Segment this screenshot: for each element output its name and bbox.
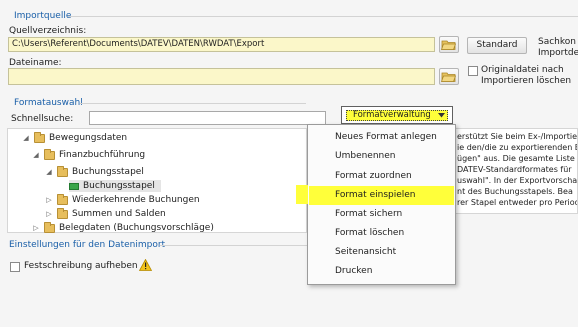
side-text-1: Sachkon	[538, 37, 576, 47]
filename-label: Dateiname:	[9, 58, 62, 68]
folder-icon	[44, 221, 55, 233]
description-line: uswahl". In der Exportvorschau	[457, 176, 578, 185]
menu-item-page-preview[interactable]: Seitenansicht	[309, 243, 454, 262]
unlock-booking-checkbox[interactable]	[10, 262, 20, 272]
expanded-arrow-icon[interactable]: ◢	[22, 134, 30, 142]
tree-item-label: Buchungsstapel	[72, 167, 144, 177]
tree-item-buchungsstapel-selected[interactable]: Buchungsstapel	[69, 180, 161, 192]
tree-item-label: Finanzbuchführung	[59, 150, 146, 160]
format-icon	[69, 182, 79, 190]
tree-item-buchungsstapel-folder[interactable]: ◢ Buchungsstapel	[45, 165, 144, 178]
menu-item-assign-format[interactable]: Format zuordnen	[309, 167, 454, 186]
description-line: erstützt Sie beim Ex-/Importieren	[457, 132, 578, 141]
format-description-panel: erstützt Sie beim Ex-/Importieren ie den…	[452, 128, 578, 214]
tree-item-label: Summen und Salden	[72, 209, 166, 219]
delete-original-label-2: Importieren löschen	[481, 76, 572, 86]
delete-original-checkbox[interactable]	[468, 66, 478, 76]
browse-folder-button[interactable]	[439, 36, 459, 53]
description-line: ügen" aus. Die gesamte Liste d	[457, 154, 578, 163]
tree-item-wiederkehrende-buchungen[interactable]: ▷ Wiederkehrende Buchungen	[45, 193, 200, 206]
format-management-dropdown[interactable]: Formatverwaltung	[341, 106, 453, 124]
menu-item-rename[interactable]: Umbenennen	[309, 147, 454, 166]
folder-icon	[57, 207, 68, 219]
description-line: rer Stapel entweder pro Period	[457, 198, 578, 207]
description-line: ie den/die zu exportierenden B	[457, 143, 578, 152]
import-group-separator	[68, 16, 578, 17]
unlock-booking-label: Festschreibung aufheben	[24, 261, 138, 271]
settings-group-title: Einstellungen für den Datenimport	[9, 240, 166, 250]
warning-icon	[139, 259, 152, 271]
expanded-arrow-icon[interactable]: ◢	[45, 168, 53, 176]
menu-highlight-extension	[296, 185, 308, 204]
tree-item-label: Wiederkehrende Buchungen	[72, 195, 200, 205]
side-text-2: Importde	[538, 48, 578, 58]
collapsed-arrow-icon[interactable]: ▷	[32, 224, 40, 232]
collapsed-arrow-icon[interactable]: ▷	[45, 210, 53, 218]
open-folder-icon	[440, 72, 457, 82]
folder-icon	[34, 131, 45, 143]
quicksearch-label: Schnellsuche:	[11, 114, 74, 124]
description-line: nt des Buchungsstapels. Bea	[457, 187, 573, 196]
open-folder-icon	[440, 40, 457, 50]
format-group-separator	[80, 103, 306, 104]
settings-group-separator	[160, 245, 308, 246]
collapsed-arrow-icon[interactable]: ▷	[45, 196, 53, 204]
folder-icon	[44, 148, 55, 160]
source-dir-input[interactable]: C:\Users\Referent\Documents\DATEV\DATEN\…	[8, 37, 435, 52]
quicksearch-input[interactable]	[89, 111, 326, 125]
tree-item-label: Buchungsstapel	[83, 181, 155, 191]
dropdown-arrow-icon	[438, 113, 445, 118]
import-group-title: Importquelle	[14, 11, 72, 21]
menu-item-import-format[interactable]: Format einspielen	[309, 186, 454, 205]
format-management-menu: Neues Format anlegen Umbenennen Format z…	[307, 124, 456, 285]
menu-item-save-format[interactable]: Format sichern	[309, 205, 454, 224]
menu-item-new-format[interactable]: Neues Format anlegen	[309, 128, 454, 147]
filename-input[interactable]	[8, 68, 435, 85]
folder-icon	[57, 165, 68, 177]
delete-original-label-1: Originaldatei nach	[481, 65, 564, 75]
menu-item-delete-format[interactable]: Format löschen	[309, 224, 454, 243]
menu-item-print[interactable]: Drucken	[309, 262, 454, 281]
tree-item-label: Bewegungsdaten	[49, 133, 128, 143]
folder-icon	[57, 193, 68, 205]
format-management-label: Formatverwaltung	[353, 110, 431, 120]
tree-item-finanzbuchfuehrung[interactable]: ◢ Finanzbuchführung	[32, 148, 146, 161]
tree-item-bewegungsdaten[interactable]: ◢ Bewegungsdaten	[22, 131, 128, 144]
browse-file-button[interactable]	[439, 68, 459, 85]
format-tree[interactable]: ◢ Bewegungsdaten ◢ Finanzbuchführung ◢ B…	[7, 128, 307, 233]
tree-item-summen-salden[interactable]: ▷ Summen und Salden	[45, 207, 166, 220]
source-dir-label: Quellverzeichnis:	[9, 26, 87, 36]
tree-item-label: Belegdaten (Buchungsvorschläge)	[59, 223, 214, 233]
tree-item-belegdaten[interactable]: ▷ Belegdaten (Buchungsvorschläge)	[32, 221, 214, 234]
description-line: DATEV-Standardformates für	[457, 165, 572, 174]
expanded-arrow-icon[interactable]: ◢	[32, 151, 40, 159]
format-group-title: Formatauswahl	[14, 98, 83, 108]
standard-button[interactable]: Standard	[467, 37, 527, 54]
